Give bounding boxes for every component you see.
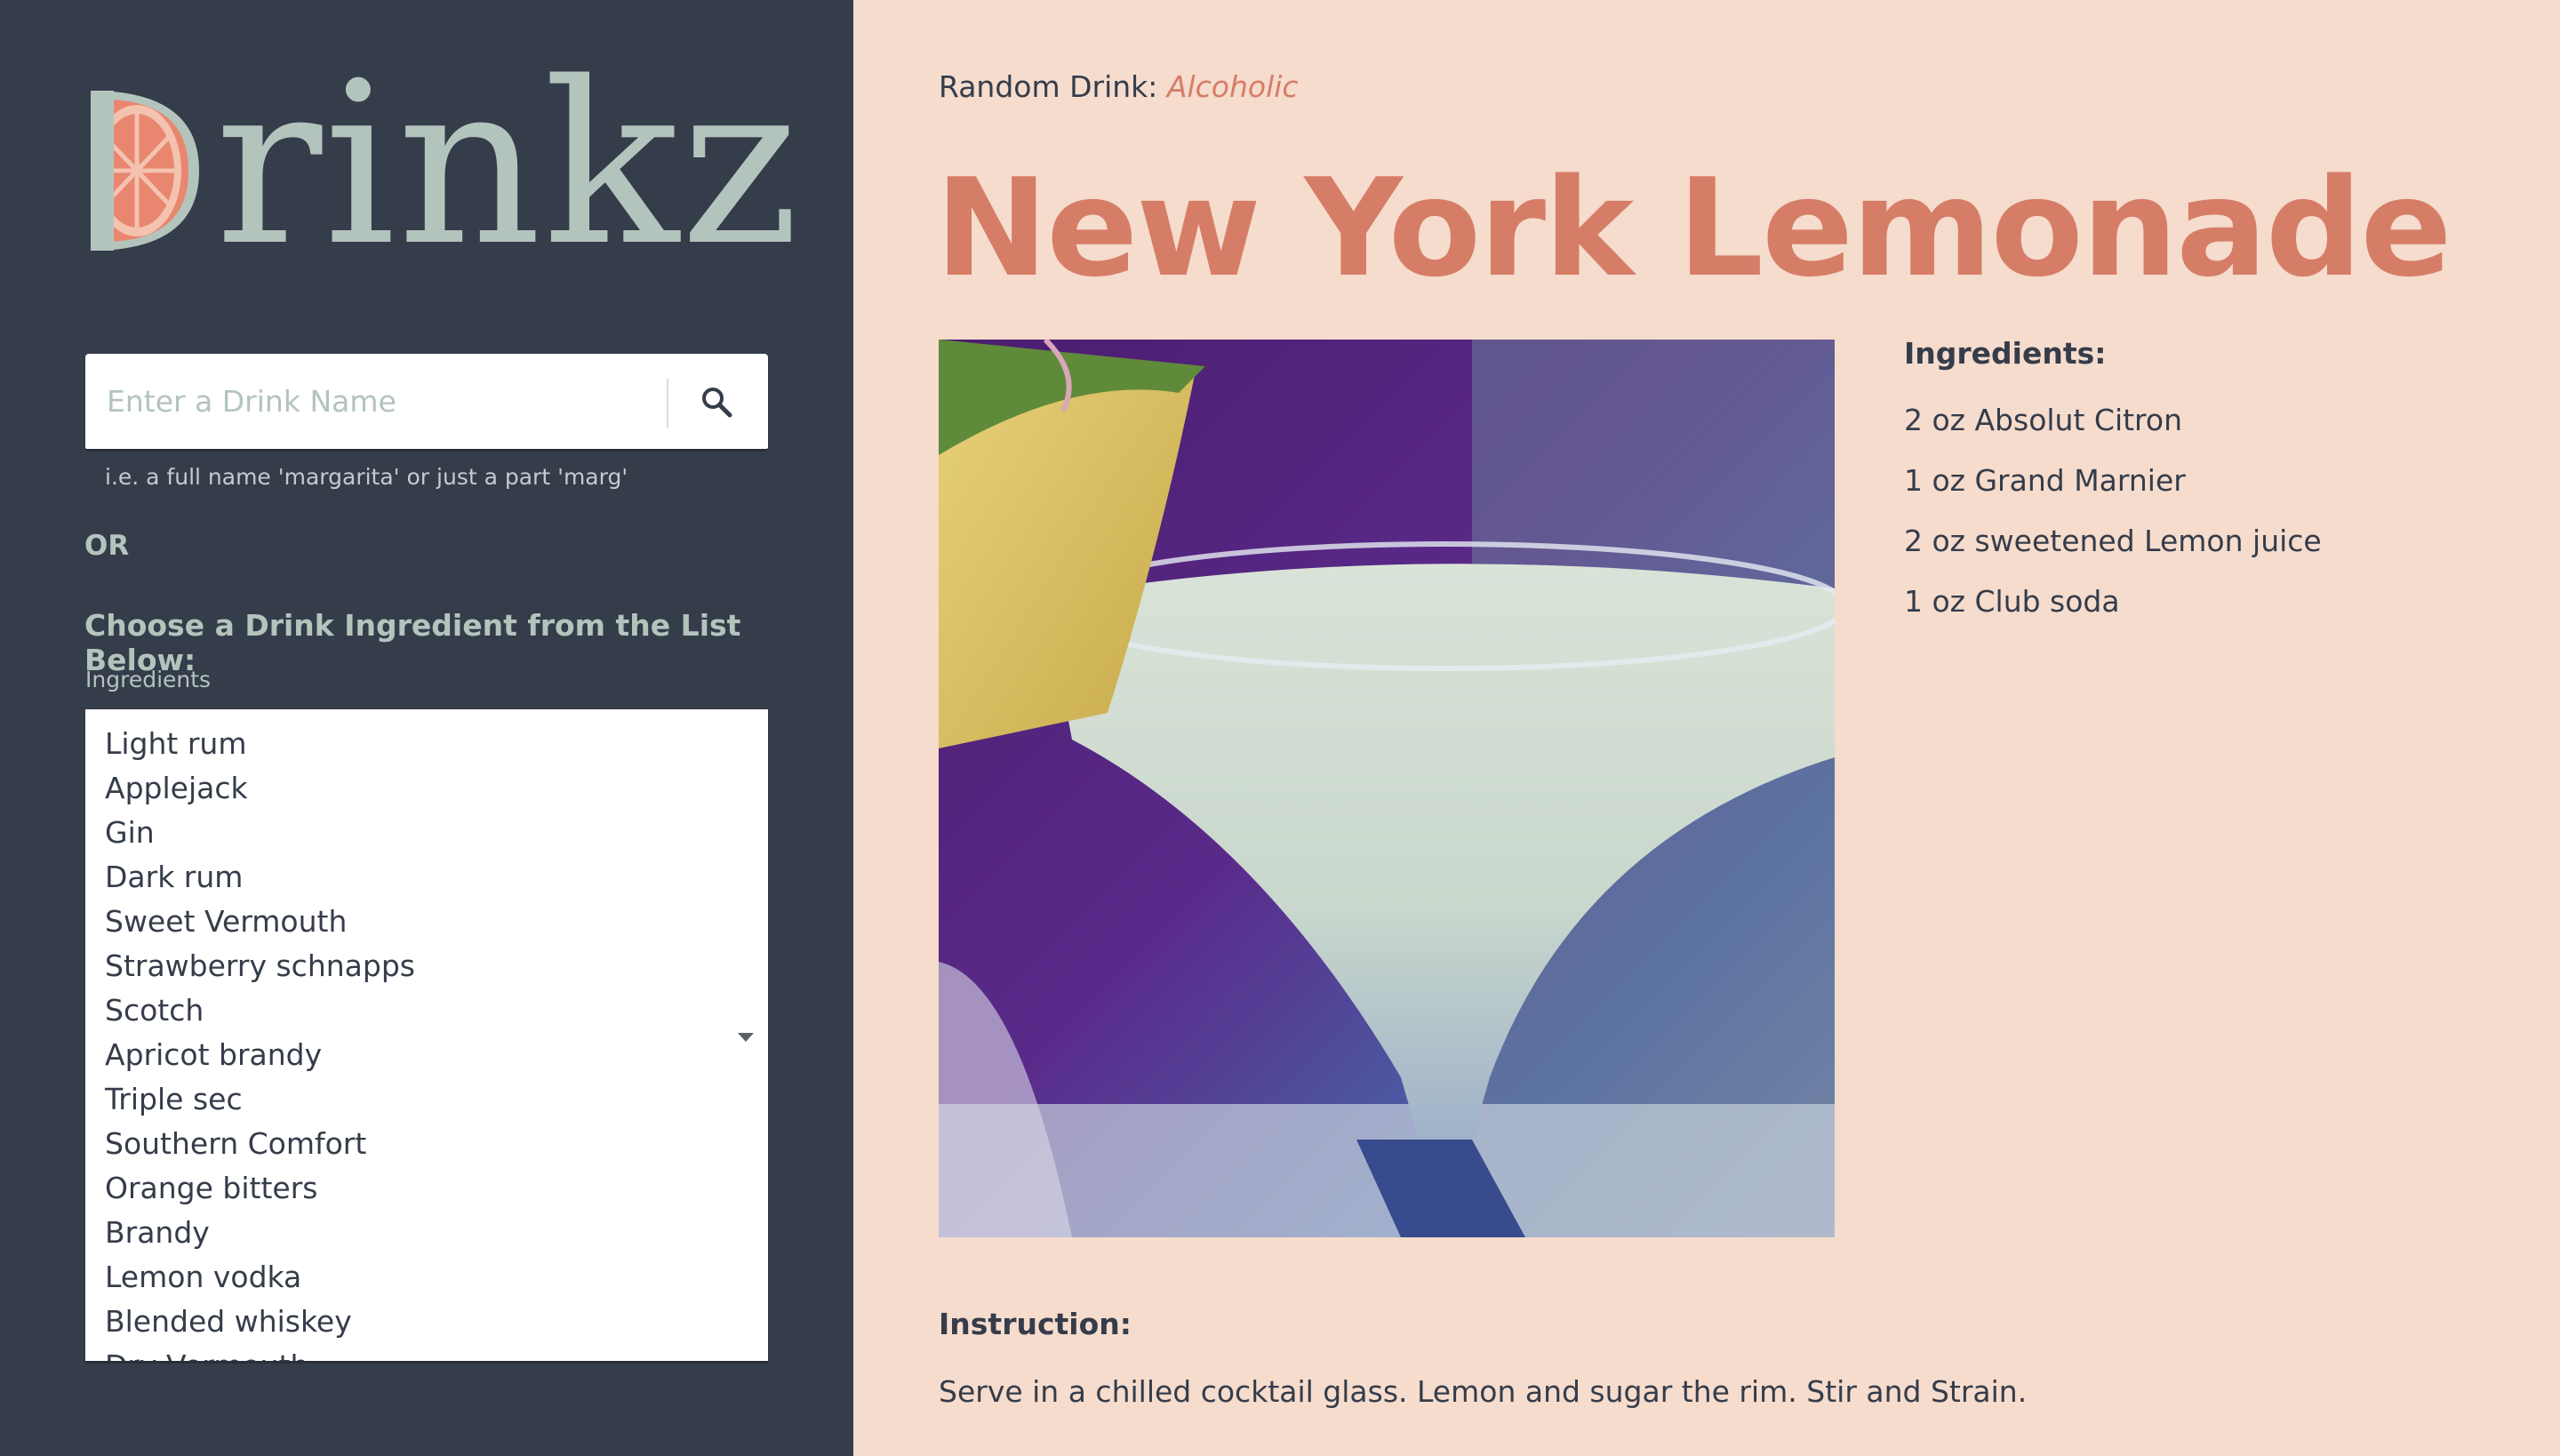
ingredient-option[interactable]: Strawberry schnapps [105,944,415,988]
ingredient-option[interactable]: Triple sec [105,1077,415,1122]
orange-slice-icon [91,91,199,251]
search-divider [667,379,668,428]
ingredients-heading: Ingredients: [1904,336,2107,371]
logo-text: rinkz [215,35,801,295]
ingredient-option[interactable]: Orange bitters [105,1166,415,1211]
ingredient-option[interactable]: Applejack [105,766,415,811]
ingredients-caption: Ingredients [85,667,212,692]
ingredient-select[interactable]: Light rum Applejack Gin Dark rum Sweet Vermo… [85,709,768,1364]
instruction-heading: Instruction: [939,1307,1132,1341]
ingredients-list: 2 oz Absolut Citron 1 oz Grand Marnier 2… [1904,390,2322,632]
search-input[interactable] [85,354,665,449]
ingredient-item: 1 oz Club soda [1904,584,2120,619]
ingredient-option[interactable]: Southern Comfort [105,1122,415,1166]
ingredients-block: Ingredients: 2 oz Absolut Citron 1 oz Gr… [1904,336,2322,632]
main-content: Random Drink: Alcoholic New York Lemonad… [853,0,2560,1456]
ingredient-option[interactable]: Dark rum [105,855,415,900]
search-icon [702,388,732,418]
ingredient-item: 2 oz Absolut Citron [1904,403,2183,437]
chevron-down-icon[interactable] [738,1033,754,1042]
ingredient-options: Light rum Applejack Gin Dark rum Sweet Vermo… [105,722,415,1361]
ingredient-option[interactable]: Gin [105,811,415,855]
drink-photo [939,340,1835,1237]
ingredient-option[interactable]: Brandy [105,1211,415,1255]
drink-type: Alcoholic [1166,69,1299,104]
search-hint: i.e. a full name 'margarita' or just a p… [105,464,628,490]
ingredient-option[interactable]: Scotch [105,988,415,1033]
search-button[interactable] [690,375,743,428]
instruction-text: Serve in a chilled cocktail glass. Lemon… [939,1374,2028,1409]
sidebar: rinkz i.e. a full name 'margarita' or ju… [0,0,853,1456]
ingredient-option[interactable]: Sweet Vermouth [105,900,415,944]
ingredient-option[interactable]: Lemon vodka [105,1255,415,1300]
random-drink-label: Random Drink: [939,69,1158,104]
drink-image [939,340,1835,1237]
logo[interactable]: rinkz [84,53,799,277]
search-box [85,354,768,452]
ingredient-option[interactable]: Apricot brandy [105,1033,415,1077]
ingredient-option[interactable]: Dry Vermouth [105,1344,415,1361]
ingredient-item: 1 oz Grand Marnier [1904,463,2186,498]
ingredient-option[interactable]: Light rum [105,722,415,766]
or-label: OR [84,530,130,562]
random-drink-line: Random Drink: Alcoholic [939,69,1299,104]
drink-title: New York Lemonade [935,149,2452,307]
ingredient-item: 2 oz sweetened Lemon juice [1904,524,2322,558]
ingredient-option[interactable]: Blended whiskey [105,1300,415,1344]
